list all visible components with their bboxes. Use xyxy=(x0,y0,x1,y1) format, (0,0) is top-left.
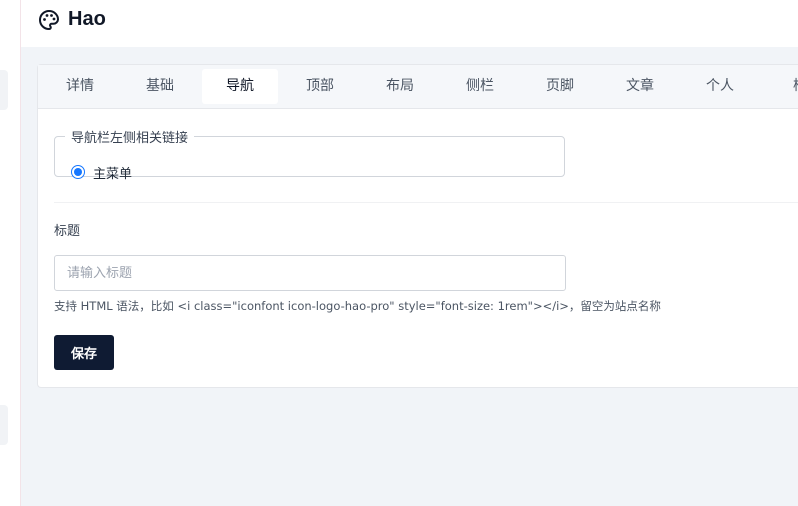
tab-basic[interactable]: 基础 xyxy=(122,69,198,104)
main-content: 详情 基础 导航 顶部 布局 侧栏 页脚 文章 个人 样 导航栏左侧相关链接 主… xyxy=(21,47,798,506)
main-menu-radio-option[interactable]: 主菜单 xyxy=(71,163,132,182)
title-help-text: 支持 HTML 语法，比如 <i class="iconfont icon-lo… xyxy=(54,299,661,313)
section-divider xyxy=(54,202,798,203)
tab-top[interactable]: 顶部 xyxy=(282,69,358,104)
left-sidebar-collapsed xyxy=(0,0,21,506)
tab-layout[interactable]: 布局 xyxy=(362,69,438,104)
tab-bar: 详情 基础 导航 顶部 布局 侧栏 页脚 文章 个人 样 xyxy=(38,65,798,109)
sidebar-item-marker[interactable] xyxy=(0,70,8,110)
tab-navigation[interactable]: 导航 xyxy=(202,69,278,104)
settings-card: 详情 基础 导航 顶部 布局 侧栏 页脚 文章 个人 样 导航栏左侧相关链接 主… xyxy=(37,64,798,388)
tab-footer[interactable]: 页脚 xyxy=(522,69,598,104)
tab-style[interactable]: 样 xyxy=(762,69,798,104)
title-field-label: 标题 xyxy=(54,224,81,239)
save-button[interactable]: 保存 xyxy=(54,335,114,370)
sidebar-item-marker[interactable] xyxy=(0,405,8,445)
tab-details[interactable]: 详情 xyxy=(42,69,118,104)
nav-left-links-group: 导航栏左侧相关链接 主菜单 xyxy=(54,127,565,182)
tab-personal[interactable]: 个人 xyxy=(682,69,758,104)
app-header: Hao xyxy=(21,0,798,47)
main-menu-radio-label[interactable]: 主菜单 xyxy=(93,163,132,182)
nav-group-legend: 导航栏左侧相关链接 xyxy=(71,131,189,146)
tab-article[interactable]: 文章 xyxy=(602,69,678,104)
page-title: Hao xyxy=(68,8,106,30)
title-input[interactable] xyxy=(54,255,566,291)
tab-sidebar[interactable]: 侧栏 xyxy=(442,69,518,104)
palette-icon xyxy=(37,8,61,32)
main-menu-radio[interactable] xyxy=(71,165,85,179)
